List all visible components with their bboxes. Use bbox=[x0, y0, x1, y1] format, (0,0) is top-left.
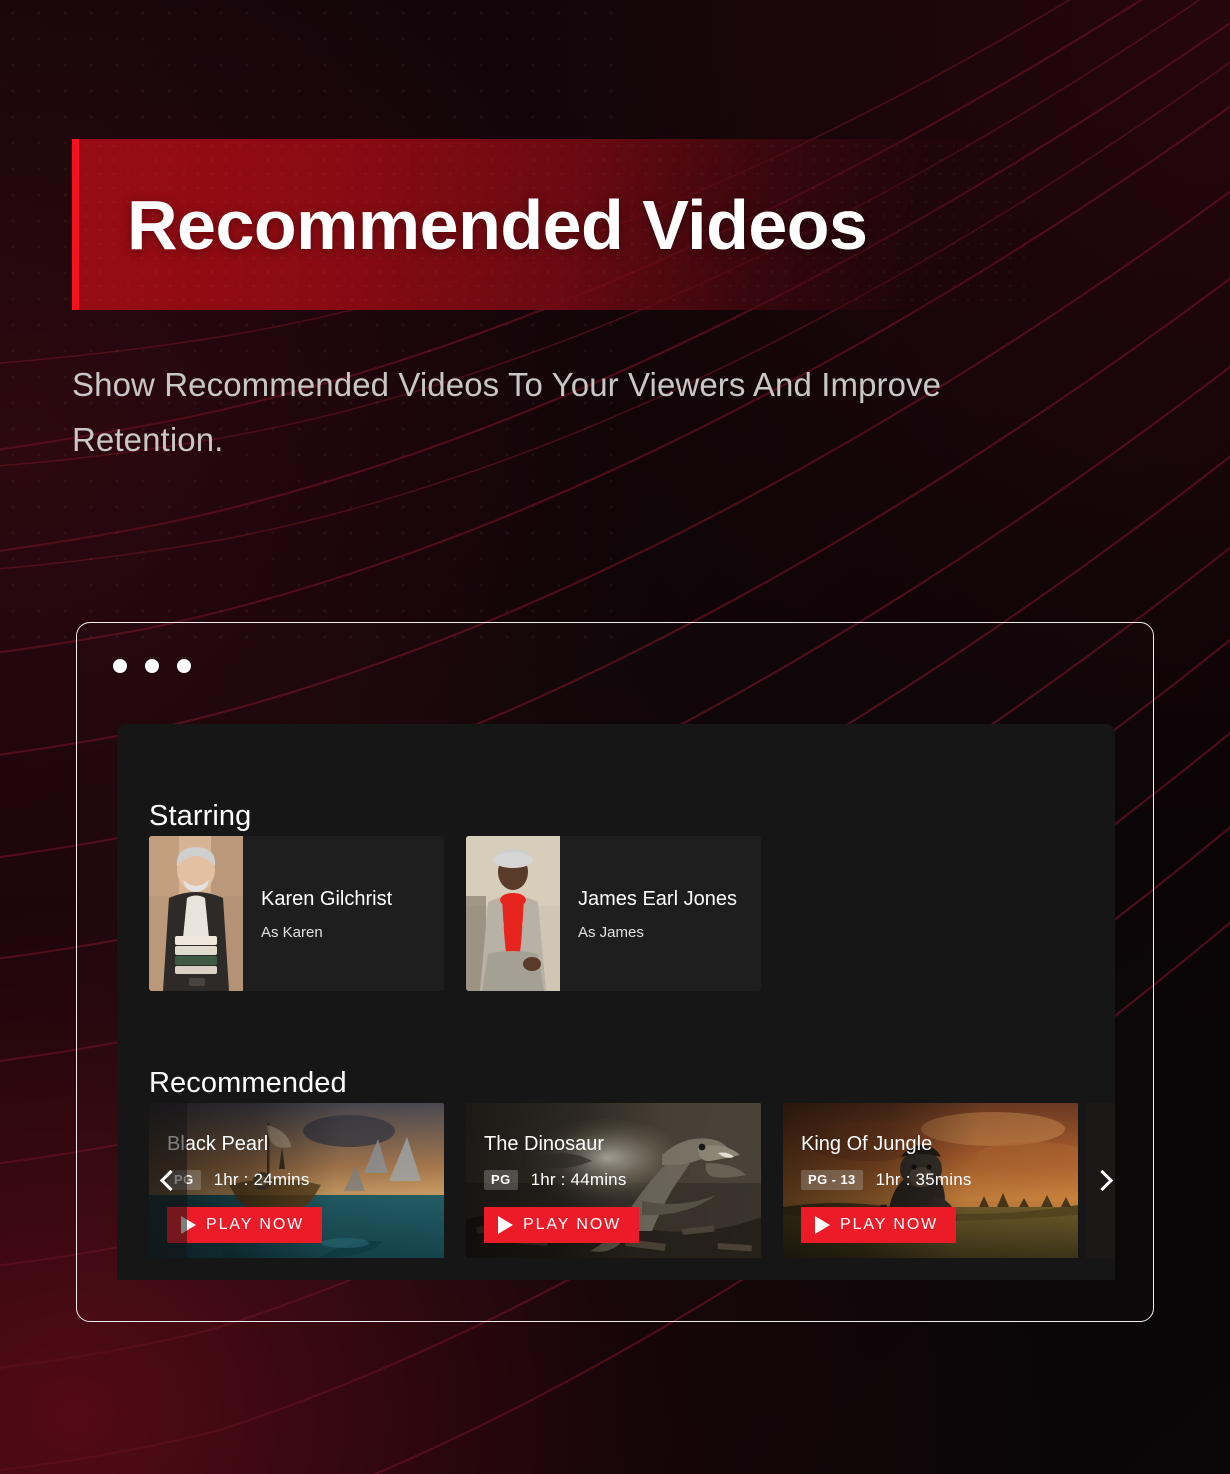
page-title: Recommended Videos bbox=[127, 185, 868, 264]
video-title: Black Pearl bbox=[167, 1133, 269, 1155]
video-title: The Dinosaur bbox=[484, 1133, 605, 1155]
video-info: The Dinosaur PG 1hr : 44mins PLAY NOW bbox=[484, 1133, 640, 1244]
cast-meta: Karen Gilchrist As Karen bbox=[243, 887, 392, 941]
video-duration: 1hr : 24mins bbox=[213, 1170, 310, 1190]
cast-role: As Karen bbox=[261, 923, 323, 941]
video-meta: PG 1hr : 44mins bbox=[484, 1170, 639, 1191]
window-dot-2-icon[interactable] bbox=[145, 659, 159, 673]
cast-meta: James Earl Jones As James bbox=[560, 887, 737, 941]
play-now-label: PLAY NOW bbox=[523, 1216, 622, 1234]
recommended-heading: Recommended bbox=[149, 1067, 347, 1099]
play-icon bbox=[815, 1216, 830, 1235]
video-info: Black Pearl PG 1hr : 24mins PLAY NOW bbox=[167, 1133, 323, 1244]
cast-role: As James bbox=[578, 923, 644, 941]
video-card[interactable]: King Of Jungle PG - 13 1hr : 35mins PLAY… bbox=[783, 1103, 1078, 1258]
cast-photo-james-earl-jones bbox=[466, 836, 560, 991]
window-dot-1-icon[interactable] bbox=[113, 659, 127, 673]
starring-heading: Starring bbox=[149, 800, 252, 832]
video-card[interactable]: Black Pearl PG 1hr : 24mins PLAY NOW bbox=[149, 1103, 444, 1258]
carousel-next-button[interactable] bbox=[1085, 1103, 1115, 1258]
video-duration: 1hr : 44mins bbox=[530, 1170, 627, 1190]
chevron-left-icon bbox=[159, 1169, 181, 1192]
video-meta: PG - 13 1hr : 35mins bbox=[801, 1170, 972, 1191]
cast-name: Karen Gilchrist bbox=[261, 887, 393, 910]
carousel-prev-button[interactable] bbox=[149, 1103, 187, 1258]
video-meta: PG 1hr : 24mins bbox=[167, 1170, 322, 1191]
play-now-button[interactable]: PLAY NOW bbox=[167, 1207, 323, 1244]
page-title-banner: Recommended Videos bbox=[72, 139, 1030, 310]
cast-card[interactable]: James Earl Jones As James bbox=[466, 836, 761, 991]
background-dot-texture bbox=[0, 0, 620, 640]
play-icon bbox=[498, 1216, 513, 1235]
video-duration: 1hr : 35mins bbox=[875, 1170, 972, 1190]
video-card[interactable]: The Dinosaur PG 1hr : 44mins PLAY NOW bbox=[466, 1103, 761, 1258]
window-dot-3-icon[interactable] bbox=[177, 659, 191, 673]
cast-photo-karen-gilchrist bbox=[149, 836, 243, 991]
cast-name: James Earl Jones bbox=[578, 887, 737, 910]
cast-card[interactable]: Karen Gilchrist As Karen bbox=[149, 836, 444, 991]
chevron-right-icon bbox=[1091, 1169, 1113, 1192]
play-now-label: PLAY NOW bbox=[840, 1216, 939, 1234]
rating-badge: PG - 13 bbox=[801, 1170, 863, 1191]
cast-list: Karen Gilchrist As Karen James Earl Jone… bbox=[149, 836, 761, 991]
video-info: King Of Jungle PG - 13 1hr : 35mins PLAY… bbox=[801, 1133, 972, 1244]
page-backdrop: Recommended Videos Show Recommended Vide… bbox=[0, 0, 1230, 1474]
play-now-button[interactable]: PLAY NOW bbox=[484, 1207, 640, 1244]
window-controls bbox=[113, 659, 191, 673]
play-now-button[interactable]: PLAY NOW bbox=[801, 1207, 957, 1244]
page-subtitle: Show Recommended Videos To Your Viewers … bbox=[72, 366, 942, 458]
play-now-label: PLAY NOW bbox=[206, 1216, 305, 1234]
recommended-carousel: Black Pearl PG 1hr : 24mins PLAY NOW bbox=[149, 1103, 1078, 1258]
video-player-panel: Starring Karen Gilchrist As Karen James … bbox=[117, 724, 1115, 1280]
browser-window-card: Starring Karen Gilchrist As Karen James … bbox=[76, 622, 1154, 1322]
rating-badge: PG bbox=[484, 1170, 518, 1191]
video-title: King Of Jungle bbox=[801, 1133, 933, 1155]
